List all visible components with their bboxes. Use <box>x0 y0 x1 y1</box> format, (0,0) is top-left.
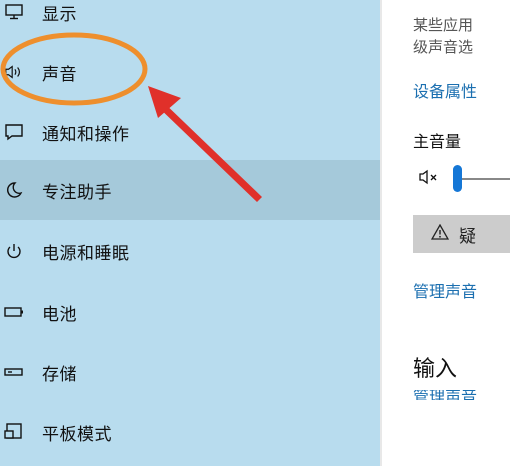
sidebar-item-label: 专注助手 <box>42 182 112 203</box>
sound-settings-panel: 某些应用 级声音选 设备属性 主音量 疑 管理声音 输入 管理声音 <box>382 0 510 466</box>
volume-slider-track[interactable] <box>462 178 510 180</box>
sidebar-item-label: 通知和操作 <box>42 124 130 145</box>
master-volume-label: 主音量 <box>413 132 462 151</box>
sidebar-item-power-sleep[interactable]: 电源和睡眠 <box>0 221 380 281</box>
sidebar-item-label: 平板模式 <box>42 424 112 445</box>
troubleshoot-button[interactable]: 疑 <box>413 215 510 253</box>
settings-sidebar: 显示 声音 通知和操作 专注助手 电源和睡眠 电池 存储 平板模式 <box>0 0 380 466</box>
moon-icon <box>4 180 24 200</box>
troubleshoot-label: 疑 <box>459 226 476 247</box>
sidebar-item-label: 电池 <box>42 304 77 325</box>
monitor-icon <box>4 2 24 22</box>
power-icon <box>4 241 24 261</box>
mute-icon[interactable] <box>418 168 444 191</box>
sidebar-item-tablet-mode[interactable]: 平板模式 <box>0 402 380 462</box>
speaker-icon <box>4 62 24 82</box>
sidebar-item-notifications[interactable]: 通知和操作 <box>0 102 380 162</box>
description-line: 某些应用 <box>413 16 474 34</box>
tablet-mode-icon <box>4 422 24 442</box>
sidebar-item-label: 显示 <box>42 4 77 25</box>
volume-slider-thumb[interactable] <box>453 165 462 192</box>
manage-sound-devices-link[interactable]: 管理声音 <box>413 278 477 302</box>
description-line: 级声音选 <box>413 38 474 56</box>
sidebar-item-battery[interactable]: 电池 <box>0 282 380 342</box>
warning-icon <box>430 223 450 245</box>
sidebar-item-display[interactable]: 显示 <box>0 0 380 42</box>
battery-icon <box>4 302 24 322</box>
sidebar-item-storage[interactable]: 存储 <box>0 342 380 402</box>
sidebar-item-label: 声音 <box>42 64 77 85</box>
sidebar-item-sound[interactable]: 声音 <box>0 42 380 102</box>
input-section-heading: 输入 <box>413 357 458 382</box>
sidebar-item-focus-assist[interactable]: 专注助手 <box>0 160 380 220</box>
partial-link-label: 管理声音 <box>413 390 478 400</box>
device-properties-link[interactable]: 设备属性 <box>413 78 477 102</box>
storage-icon <box>4 362 24 382</box>
sidebar-item-label: 电源和睡眠 <box>42 243 130 264</box>
manage-sound-devices-link-partial[interactable]: 管理声音 <box>413 390 477 400</box>
sound-description: 某些应用 级声音选 <box>413 14 510 58</box>
sidebar-item-label: 存储 <box>42 364 77 385</box>
notification-icon <box>4 122 24 142</box>
